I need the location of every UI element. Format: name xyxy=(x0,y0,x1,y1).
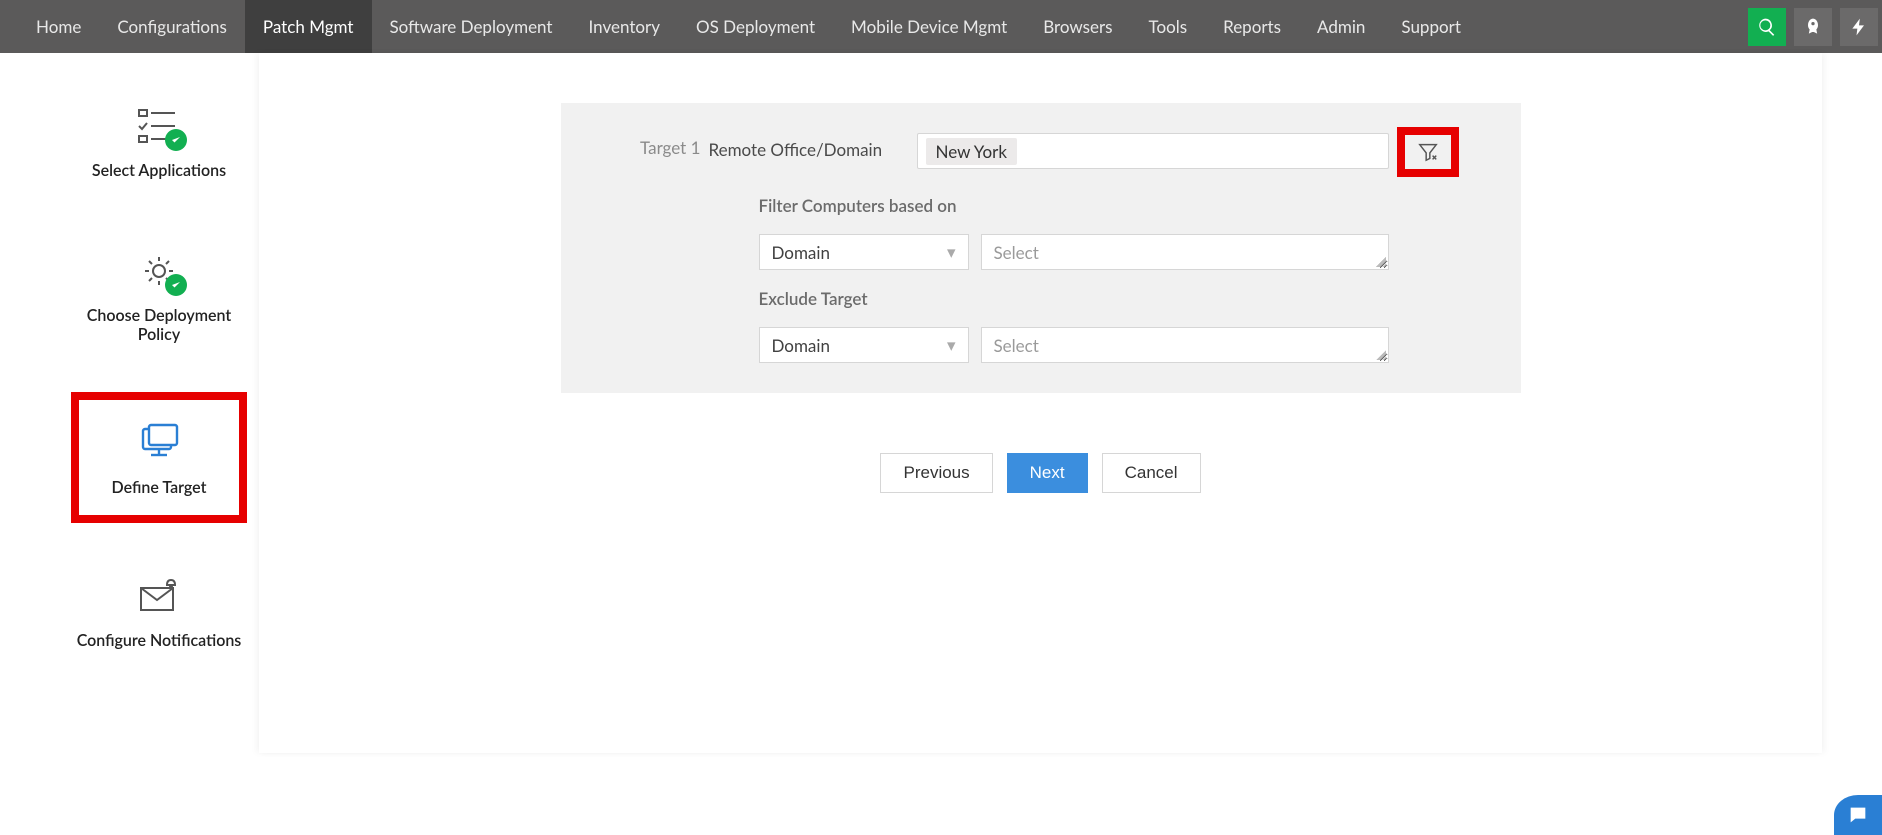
filter-clear-icon xyxy=(1417,141,1439,163)
quick-launch-button[interactable] xyxy=(1794,8,1832,46)
content-area: Select Applications Choose Deployment Po… xyxy=(0,53,1882,753)
search-button[interactable] xyxy=(1748,8,1786,46)
exclude-type-dropdown[interactable]: Domain ▾ xyxy=(759,327,969,363)
step-configure-notifications[interactable]: Configure Notifications xyxy=(71,553,247,668)
nav-mdm[interactable]: Mobile Device Mgmt xyxy=(833,0,1025,53)
placeholder-text: Select xyxy=(994,335,1039,356)
exclude-target-header: Exclude Target xyxy=(709,288,1389,309)
target-config-box: Target 1 Remote Office/Domain New York F… xyxy=(561,103,1521,393)
nav-admin[interactable]: Admin xyxy=(1299,0,1383,53)
chevron-down-icon: ▾ xyxy=(947,334,956,356)
filter-value-select[interactable]: Select xyxy=(981,234,1389,270)
step-label: Configure Notifications xyxy=(77,631,242,650)
filter-type-dropdown[interactable]: Domain ▾ xyxy=(759,234,969,270)
mail-bell-icon xyxy=(135,574,183,618)
exclude-target-row: Domain ▾ Select xyxy=(709,327,1389,363)
dropdown-value: Domain xyxy=(772,335,830,356)
step-complete-badge xyxy=(165,129,187,151)
search-icon xyxy=(1757,17,1777,37)
dropdown-value: Domain xyxy=(772,242,830,263)
selected-domain-tag[interactable]: New York xyxy=(926,138,1018,165)
remote-office-label: Remote Office/Domain xyxy=(709,133,909,160)
chat-icon xyxy=(1847,804,1869,826)
monitor-icon xyxy=(135,421,183,465)
wizard-stepper: Select Applications Choose Deployment Po… xyxy=(59,53,259,753)
wizard-footer-buttons: Previous Next Cancel xyxy=(880,453,1200,493)
nav-patch-mgmt[interactable]: Patch Mgmt xyxy=(245,0,372,53)
nav-os-deployment[interactable]: OS Deployment xyxy=(678,0,833,53)
lightning-icon xyxy=(1849,17,1869,37)
nav-software-deployment[interactable]: Software Deployment xyxy=(372,0,571,53)
nav-home[interactable]: Home xyxy=(18,0,99,53)
step-label: Define Target xyxy=(112,478,207,497)
filter-computers-header: Filter Computers based on xyxy=(709,195,1389,216)
actions-button[interactable] xyxy=(1840,8,1878,46)
chevron-down-icon: ▾ xyxy=(947,241,956,263)
nav-inventory[interactable]: Inventory xyxy=(571,0,678,53)
step-choose-deployment-policy[interactable]: Choose Deployment Policy xyxy=(71,228,247,362)
rocket-icon xyxy=(1803,17,1823,37)
filter-computers-row: Domain ▾ Select xyxy=(709,234,1389,270)
nav-reports[interactable]: Reports xyxy=(1205,0,1299,53)
step-label: Select Applications xyxy=(92,161,226,180)
exclude-value-select[interactable]: Select xyxy=(981,327,1389,363)
nav-support[interactable]: Support xyxy=(1383,0,1479,53)
clear-filter-button[interactable] xyxy=(1397,127,1459,177)
previous-button[interactable]: Previous xyxy=(880,453,992,493)
step-complete-badge xyxy=(165,274,187,296)
target-number-label: Target 1 xyxy=(561,133,701,158)
chat-launcher[interactable] xyxy=(1834,795,1882,835)
step-define-target[interactable]: Define Target xyxy=(71,392,247,523)
step-label: Choose Deployment Policy xyxy=(75,306,243,344)
nav-configurations[interactable]: Configurations xyxy=(99,0,245,53)
step-select-applications[interactable]: Select Applications xyxy=(71,83,247,198)
top-nav: Home Configurations Patch Mgmt Software … xyxy=(0,0,1882,53)
nav-tools[interactable]: Tools xyxy=(1130,0,1205,53)
main-panel: Target 1 Remote Office/Domain New York F… xyxy=(259,53,1822,753)
cancel-button[interactable]: Cancel xyxy=(1102,453,1201,493)
placeholder-text: Select xyxy=(994,242,1039,263)
remote-office-select[interactable]: New York xyxy=(917,133,1389,169)
next-button[interactable]: Next xyxy=(1007,453,1088,493)
nav-browsers[interactable]: Browsers xyxy=(1025,0,1130,53)
